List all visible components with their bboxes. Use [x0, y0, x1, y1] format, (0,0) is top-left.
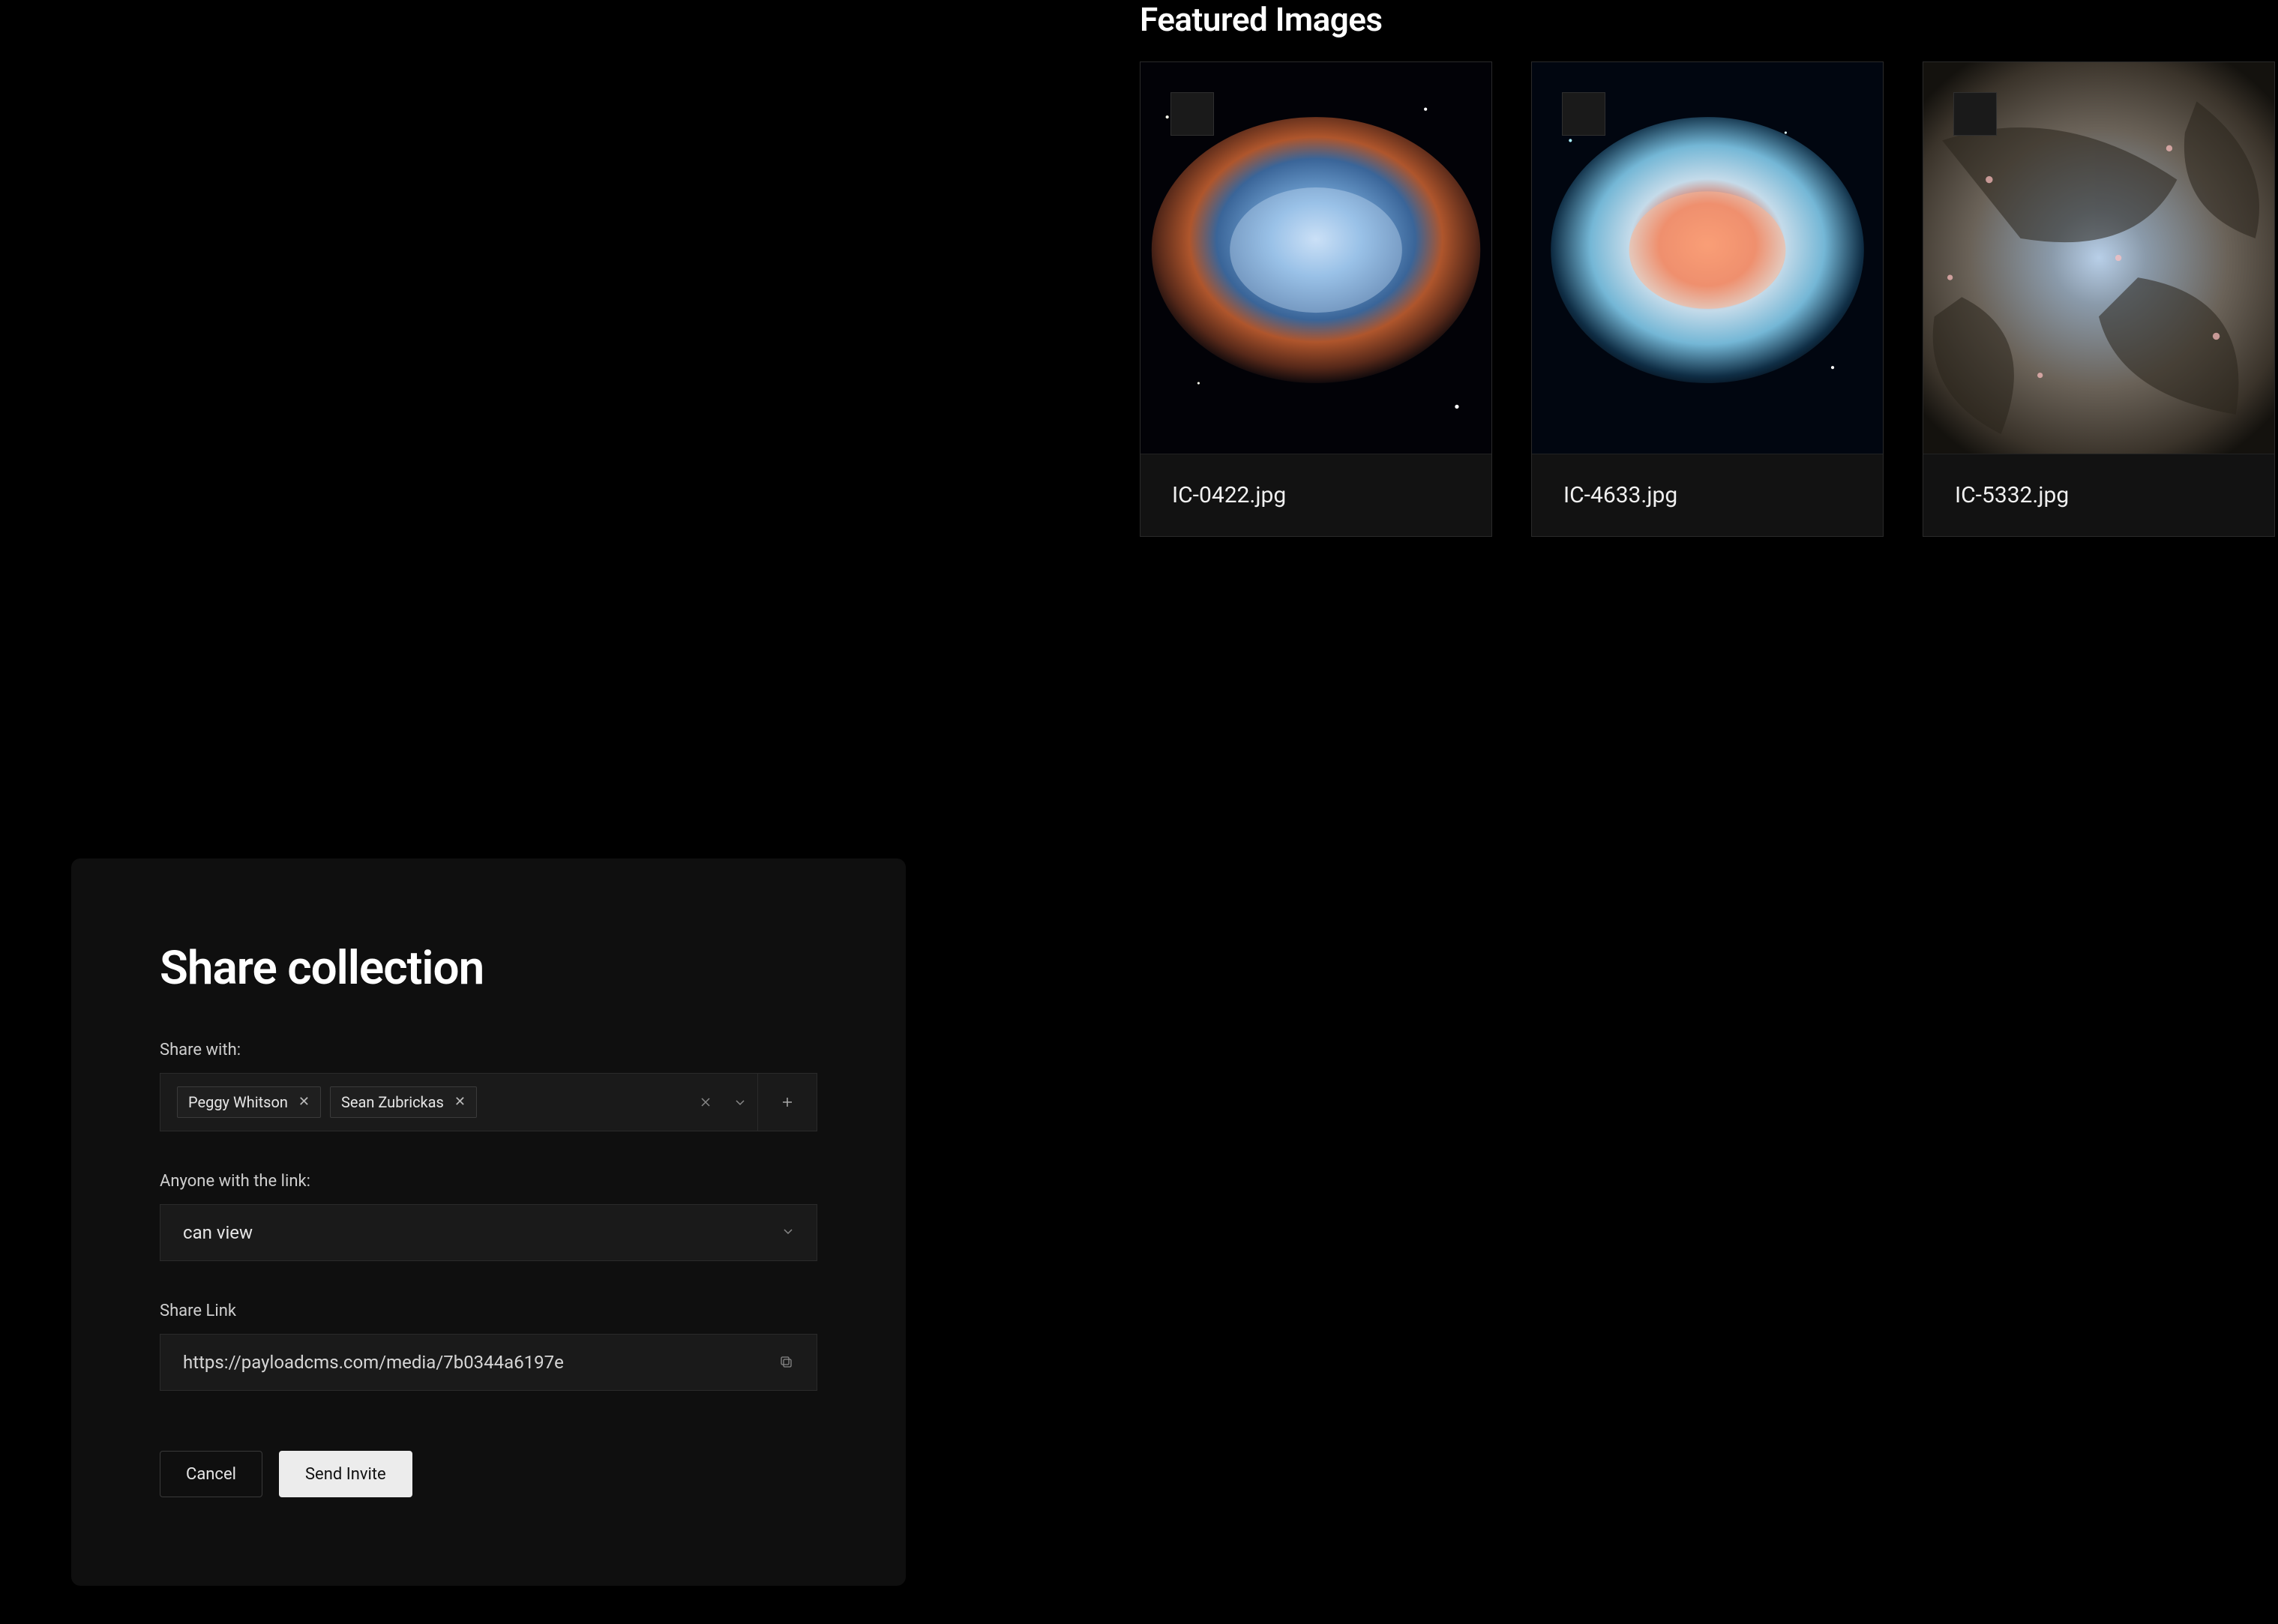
- user-chip[interactable]: Peggy Whitson ✕: [177, 1086, 321, 1118]
- featured-title: Featured Images: [1140, 0, 2278, 39]
- chips-area[interactable]: Peggy Whitson ✕ Sean Zubrickas ✕: [160, 1074, 688, 1131]
- select-checkbox[interactable]: [1170, 92, 1214, 136]
- plus-icon: [781, 1095, 794, 1109]
- image-filename: IC-0422.jpg: [1172, 482, 1286, 508]
- image-thumbnail: [1532, 62, 1883, 454]
- image-card[interactable]: IC-0422.jpg: [1140, 61, 1492, 537]
- share-with-label: Share with:: [160, 1041, 817, 1059]
- user-chip[interactable]: Sean Zubrickas ✕: [330, 1086, 477, 1118]
- share-link-field[interactable]: https://payloadcms.com/media/7b0344a6197…: [160, 1334, 817, 1391]
- image-caption: IC-5332.jpg: [1923, 454, 2274, 536]
- close-icon: [700, 1096, 712, 1108]
- add-user-button[interactable]: [758, 1074, 817, 1131]
- chevron-down-icon: [782, 1225, 794, 1241]
- select-checkbox[interactable]: [1562, 92, 1605, 136]
- share-with-input[interactable]: Peggy Whitson ✕ Sean Zubrickas ✕: [160, 1073, 817, 1131]
- cancel-button[interactable]: Cancel: [160, 1451, 262, 1497]
- image-thumbnail: [1923, 62, 2274, 454]
- clear-all-button[interactable]: [688, 1074, 723, 1131]
- remove-chip-icon[interactable]: ✕: [454, 1095, 466, 1109]
- image-card[interactable]: IC-4633.jpg: [1531, 61, 1884, 537]
- image-filename: IC-4633.jpg: [1563, 482, 1677, 508]
- link-access-select[interactable]: can view: [160, 1204, 817, 1261]
- link-access-value: can view: [183, 1222, 253, 1243]
- gallery-row: IC-0422.jpg: [1140, 61, 2278, 537]
- modal-actions: Cancel Send Invite: [160, 1451, 817, 1497]
- featured-images-section: Featured Images: [1140, 0, 2278, 537]
- cancel-button-label: Cancel: [186, 1465, 236, 1484]
- image-thumbnail: [1140, 62, 1491, 454]
- chip-name: Peggy Whitson: [188, 1093, 288, 1111]
- image-card[interactable]: IC-5332.jpg: [1923, 61, 2275, 537]
- select-checkbox[interactable]: [1953, 92, 1997, 136]
- share-link-value: https://payloadcms.com/media/7b0344a6197…: [183, 1352, 564, 1373]
- dropdown-toggle[interactable]: [723, 1074, 757, 1131]
- link-access-label: Anyone with the link:: [160, 1172, 817, 1191]
- image-filename: IC-5332.jpg: [1955, 482, 2069, 508]
- remove-chip-icon[interactable]: ✕: [298, 1095, 310, 1109]
- image-caption: IC-0422.jpg: [1140, 454, 1491, 536]
- modal-title: Share collection: [160, 941, 817, 996]
- send-invite-button-label: Send Invite: [305, 1465, 386, 1484]
- share-with-actions: [688, 1074, 817, 1131]
- chevron-down-icon: [734, 1096, 746, 1108]
- chip-name: Sean Zubrickas: [341, 1093, 444, 1111]
- share-collection-modal: Share collection Share with: Peggy Whits…: [71, 858, 906, 1586]
- send-invite-button[interactable]: Send Invite: [279, 1451, 412, 1497]
- copy-link-button[interactable]: [779, 1355, 794, 1370]
- image-caption: IC-4633.jpg: [1532, 454, 1883, 536]
- share-link-label: Share Link: [160, 1302, 817, 1320]
- copy-icon: [779, 1355, 794, 1370]
